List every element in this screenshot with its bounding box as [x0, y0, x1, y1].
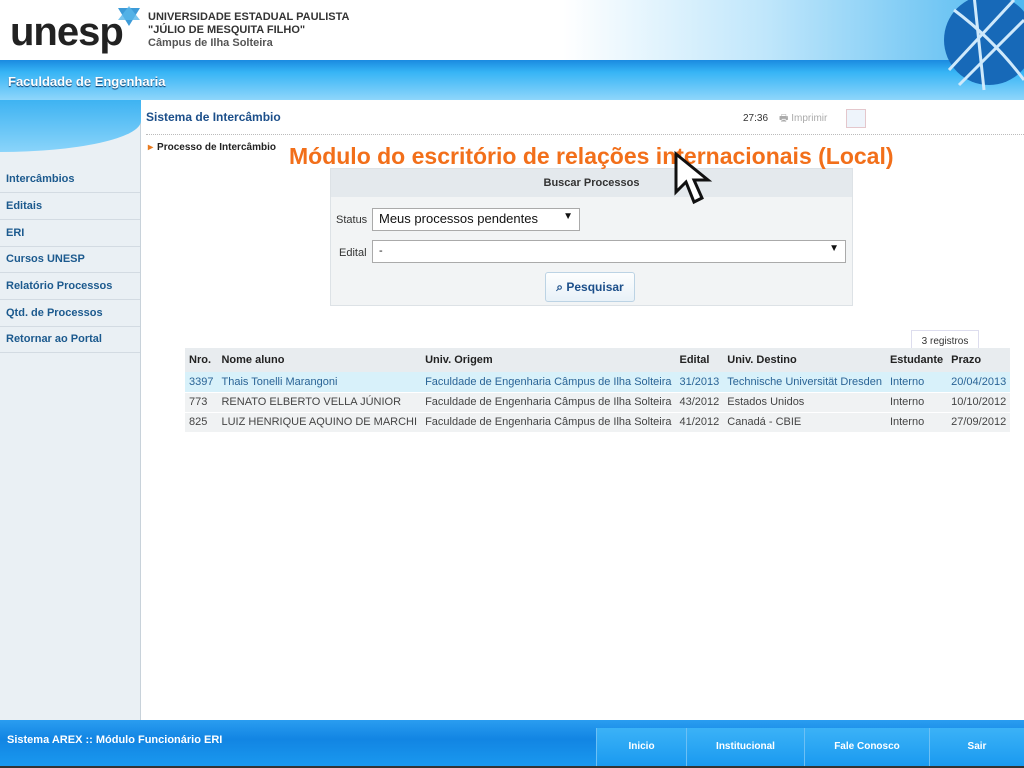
col-prazo[interactable]: Prazo: [947, 348, 1011, 372]
sidebar-item-qtd[interactable]: Qtd. de Processos: [0, 300, 140, 327]
col-nro[interactable]: Nro.: [185, 348, 218, 372]
cell-edital: 43/2012: [675, 392, 724, 413]
sidebar-item-intercambios[interactable]: Intercâmbios: [0, 166, 140, 193]
edital-label: Edital: [339, 247, 367, 259]
print-button[interactable]: 🖶 Imprimir: [779, 111, 827, 128]
cell-prazo: 27/09/2012: [947, 412, 1011, 433]
cell-prazo: 10/10/2012: [947, 392, 1011, 413]
university-name: UNIVERSIDADE ESTADUAL PAULISTA "JÚLIO DE…: [148, 11, 349, 50]
mouse-cursor-icon: [674, 150, 713, 205]
cell-estudante: Interno: [885, 412, 948, 433]
printer-icon: 🖶: [779, 113, 792, 124]
table-header: Nro. Nome aluno Univ. Origem Edital Univ…: [185, 348, 1011, 372]
cell-prazo: 20/04/2013: [947, 372, 1011, 393]
edital-select-value: -: [379, 245, 383, 257]
cell-nro: 825: [185, 412, 218, 433]
cell-origem: Faculdade de Engenharia Câmpus de Ilha S…: [421, 392, 676, 413]
logo-star-icon: [118, 6, 140, 26]
cell-origem: Faculdade de Engenharia Câmpus de Ilha S…: [421, 372, 676, 393]
sidebar-item-cursos[interactable]: Cursos UNESP: [0, 246, 140, 273]
fullscreen-icon[interactable]: [846, 109, 866, 128]
record-count: 3 registros: [911, 330, 979, 350]
search-button[interactable]: ⌕ Pesquisar: [545, 272, 635, 302]
campus-name: Câmpus de Ilha Solteira: [148, 37, 273, 49]
divider: [146, 134, 1024, 135]
footer-title: Sistema AREX :: Módulo Funcionário ERI: [7, 734, 223, 746]
dropdown-arrow-icon: ▼: [829, 243, 839, 254]
col-origem[interactable]: Univ. Origem: [421, 348, 676, 372]
cell-nome: RENATO ELBERTO VELLA JÚNIOR: [217, 392, 422, 413]
session-timer: 27:36: [743, 113, 769, 124]
status-select-value: Meus processos pendentes: [379, 211, 538, 226]
dropdown-arrow-icon: ▼: [563, 211, 573, 222]
module-caption: Módulo do escritório de relações interna…: [289, 143, 894, 169]
table-row[interactable]: 825 LUIZ HENRIQUE AQUINO DE MARCHI Faculda…: [185, 412, 1011, 433]
footer-nav-inicio[interactable]: Inicio: [596, 728, 686, 766]
print-label: Imprimir: [791, 113, 828, 124]
sidebar-item-eri[interactable]: ERI: [0, 220, 140, 247]
cell-nome: LUIZ HENRIQUE AQUINO DE MARCHI: [217, 412, 422, 433]
footer-nav-fale-conosco[interactable]: Fale Conosco: [804, 728, 929, 766]
cell-nro: 773: [185, 392, 218, 413]
col-estudante[interactable]: Estudante: [885, 348, 948, 372]
cell-nro: 3397: [185, 372, 218, 393]
cell-edital: 41/2012: [675, 412, 724, 433]
results-table: Nro. Nome aluno Univ. Origem Edital Univ…: [185, 348, 1011, 433]
sidebar-item-editais[interactable]: Editais: [0, 193, 140, 220]
search-panel: Buscar Processos Status Meus processos p…: [330, 168, 853, 306]
unesp-logo[interactable]: unesp: [10, 10, 124, 55]
sidebar-item-relatorio[interactable]: Relatório Processos: [0, 273, 140, 300]
search-panel-title: Buscar Processos: [331, 169, 852, 197]
faculty-title: Faculdade de Engenharia: [8, 74, 166, 89]
edital-select[interactable]: - ▼: [372, 240, 846, 263]
cell-estudante: Interno: [885, 372, 948, 393]
col-edital[interactable]: Edital: [675, 348, 724, 372]
cell-nome: Thais Tonelli Marangoni: [217, 372, 422, 393]
globe-icon: [944, 0, 1024, 91]
breadcrumb[interactable]: ▸ Processo de Intercâmbio: [148, 142, 276, 153]
table-row[interactable]: 3397 Thais Tonelli Marangoni Faculdade de …: [185, 372, 1011, 393]
cell-destino: Estados Unidos: [723, 392, 886, 413]
cell-destino: Technische Universität Dresden: [723, 372, 886, 393]
triangle-right-icon: ▸: [148, 142, 154, 153]
footer-nav-sair[interactable]: Sair: [929, 728, 1024, 766]
university-title: UNIVERSIDADE ESTADUAL PAULISTA: [148, 11, 350, 23]
cell-edital: 31/2013: [675, 372, 724, 393]
search-button-label: Pesquisar: [566, 280, 624, 294]
sidebar-item-retornar[interactable]: Retornar ao Portal: [0, 326, 140, 353]
col-destino[interactable]: Univ. Destino: [723, 348, 886, 372]
footer-nav-institucional[interactable]: Institucional: [686, 728, 804, 766]
col-nome[interactable]: Nome aluno: [217, 348, 422, 372]
search-icon: ⌕: [556, 280, 567, 294]
breadcrumb-label: Processo de Intercâmbio: [157, 142, 276, 153]
cell-origem: Faculdade de Engenharia Câmpus de Ilha S…: [421, 412, 676, 433]
status-select[interactable]: Meus processos pendentes ▼: [372, 208, 580, 231]
cell-destino: Canadá - CBIE: [723, 412, 886, 433]
cell-estudante: Interno: [885, 392, 948, 413]
page-title: Sistema de Intercâmbio: [146, 110, 281, 124]
status-label: Status: [336, 214, 368, 226]
table-row[interactable]: 773 RENATO ELBERTO VELLA JÚNIOR Faculdade …: [185, 392, 1011, 413]
university-subtitle: "JÚLIO DE MESQUITA FILHO": [148, 24, 306, 36]
